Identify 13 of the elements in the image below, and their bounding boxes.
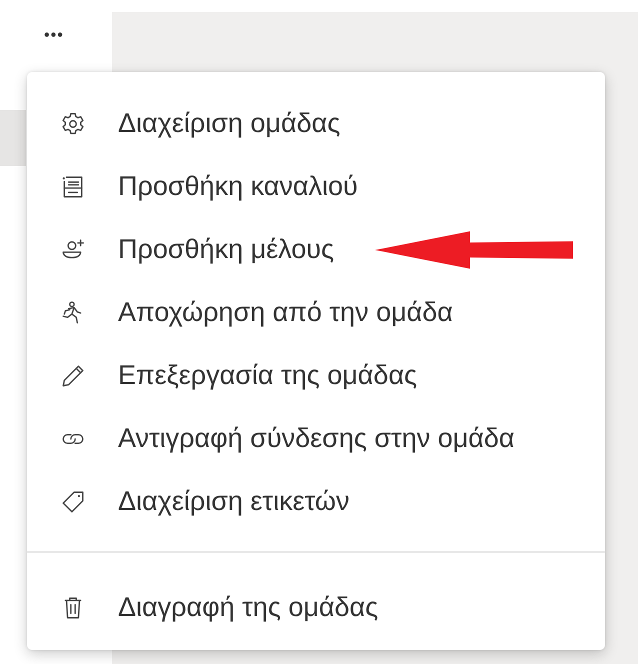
settings-icon (60, 110, 86, 136)
menu-item[interactable]: Διαχείριση ετικετών (27, 470, 356, 533)
menu-item[interactable]: Προσθήκη μέλους (27, 218, 340, 281)
menu-item[interactable]: Διαχείριση ομάδας (27, 92, 346, 155)
menu-item[interactable]: Διαγραφή της ομάδας (27, 576, 384, 639)
sidebar-highlight (0, 110, 26, 166)
menu-item[interactable]: Προσθήκη καναλιού (27, 155, 364, 218)
menu-item[interactable]: Αποχώρηση από την ομάδα (27, 281, 459, 344)
tag-icon (60, 488, 86, 514)
menu-item[interactable]: Αντιγραφή σύνδεσης στην ομάδα (27, 407, 521, 470)
pencil-icon (60, 362, 86, 388)
more-options-button[interactable]: ••• (30, 20, 78, 52)
menu-item[interactable]: Επεξεργασία της ομάδας (27, 344, 424, 407)
